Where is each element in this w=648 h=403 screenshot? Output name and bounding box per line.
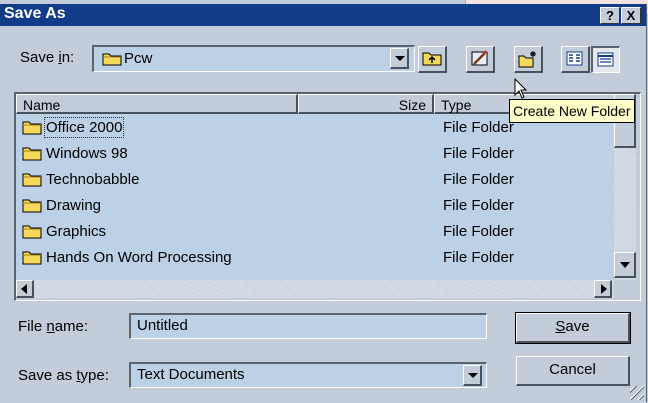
save-as-type-value: Text Documents [137, 366, 245, 383]
close-button[interactable]: X [621, 7, 641, 24]
list-item[interactable]: Graphics File Folder [16, 219, 614, 245]
list-item[interactable]: Technobabble File Folder [16, 167, 614, 193]
save-in-dropdown-button[interactable] [390, 48, 409, 69]
file-name-label-tail: ame: [54, 318, 89, 335]
list-view-button[interactable] [561, 46, 590, 73]
folder-icon [22, 251, 42, 265]
scroll-right-button[interactable] [594, 280, 612, 298]
folder-icon [22, 199, 42, 213]
file-name-input[interactable]: Untitled [129, 313, 487, 339]
file-type-cell: File Folder [443, 249, 514, 266]
file-list[interactable]: Name Size Type Office 2000 File Folder Win… [14, 92, 641, 301]
title-bar[interactable]: Save As ? X [0, 4, 646, 26]
chevron-down-icon [468, 373, 478, 378]
dialog-title: Save As [4, 5, 66, 22]
file-name-cell: Drawing [46, 197, 102, 214]
list-item[interactable]: Drawing File Folder [16, 193, 614, 219]
arrow-down-icon [620, 262, 630, 268]
help-button[interactable]: ? [600, 7, 620, 24]
cancel-button[interactable]: Cancel [516, 356, 630, 386]
up-folder-icon [422, 52, 442, 66]
folder-icon [22, 173, 42, 187]
file-name-cell: Graphics [46, 223, 107, 240]
save-as-type-label-text: Save as [18, 367, 77, 384]
column-header-size[interactable]: Size [298, 94, 434, 114]
save-in-label: Save in: [20, 49, 74, 66]
file-name-label-text: File [18, 318, 47, 335]
create-new-folder-button[interactable] [514, 46, 543, 73]
up-one-level-button[interactable] [418, 46, 447, 73]
scroll-left-button[interactable] [16, 280, 34, 298]
folder-icon [22, 225, 42, 239]
scroll-down-button[interactable] [614, 252, 636, 278]
create-new-folder-tooltip: Create New Folder [509, 99, 635, 123]
file-name-cell: Technobabble [46, 171, 140, 188]
save-as-dialog: Save As ? X Save in: Pcw Name Size Type … [0, 4, 647, 402]
save-as-type-dropdown-button[interactable] [463, 365, 482, 386]
arrow-left-icon [21, 284, 27, 294]
desktop-button[interactable] [466, 46, 495, 73]
details-view-button[interactable] [591, 46, 620, 73]
save-as-type-label-tail: ype: [80, 367, 109, 384]
list-item[interactable]: Hands On Word Processing File Folder [16, 245, 614, 271]
file-type-cell: File Folder [443, 145, 514, 162]
list-view-icon [566, 51, 583, 66]
save-button-label: ave [565, 318, 590, 335]
create-new-folder-icon [518, 51, 536, 68]
save-in-label-tail: n: [61, 49, 75, 66]
save-as-type-dropdown[interactable]: Text Documents [129, 362, 487, 388]
desktop-icon [471, 50, 488, 66]
details-view-icon [597, 52, 614, 67]
file-name-label-accel: n [46, 318, 55, 335]
horizontal-scrollbar[interactable] [16, 280, 614, 298]
mouse-cursor-icon [514, 78, 528, 99]
folder-icon [22, 147, 42, 161]
save-button[interactable]: Save [515, 312, 631, 344]
file-name-cell: Windows 98 [46, 145, 128, 162]
file-type-cell: File Folder [443, 119, 514, 136]
save-in-label-text: Save [20, 49, 59, 66]
file-name-cell: Hands On Word Processing [46, 249, 232, 266]
save-in-value: Pcw [124, 50, 153, 67]
folder-icon [102, 53, 122, 66]
column-header-name[interactable]: Name [16, 94, 298, 114]
file-type-cell: File Folder [443, 171, 514, 188]
file-name-cell: Office 2000 [43, 117, 125, 138]
arrow-right-icon [601, 284, 607, 294]
folder-icon [22, 121, 42, 135]
save-in-dropdown[interactable]: Pcw [92, 45, 415, 72]
file-type-cell: File Folder [443, 223, 514, 240]
file-name-label: File name: [18, 318, 88, 335]
chevron-down-icon [395, 56, 405, 61]
save-as-type-label: Save as type: [18, 367, 109, 384]
save-button-accel: S [555, 318, 566, 335]
file-type-cell: File Folder [443, 197, 514, 214]
list-item[interactable]: Windows 98 File Folder [16, 141, 614, 167]
resize-grip[interactable] [630, 386, 644, 400]
